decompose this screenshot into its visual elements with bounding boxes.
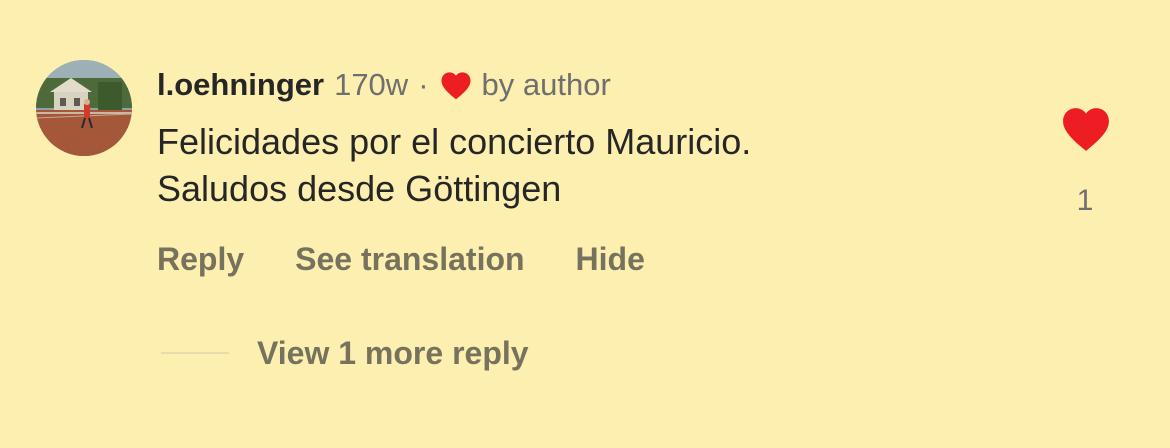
- view-more-replies-button[interactable]: View 1 more reply: [257, 335, 529, 372]
- heart-icon: [440, 71, 472, 100]
- comment-actions: Reply See translation Hide: [157, 236, 696, 282]
- hide-button[interactable]: Hide: [576, 241, 645, 278]
- heart-filled-icon: [1063, 108, 1109, 151]
- view-replies-row[interactable]: View 1 more reply: [161, 330, 529, 376]
- replies-divider: [161, 352, 229, 354]
- timestamp: 170w: [334, 67, 409, 102]
- see-translation-button[interactable]: See translation: [295, 241, 524, 278]
- reply-button[interactable]: Reply: [157, 241, 244, 278]
- comment-header: l.oehninger 170w · by author: [157, 62, 611, 108]
- comment-text-line-2: Saludos desde Göttingen: [157, 168, 562, 209]
- username[interactable]: l.oehninger: [157, 67, 324, 103]
- comment-text: Felicidades por el concierto Mauricio. S…: [157, 118, 1017, 212]
- avatar[interactable]: [36, 60, 132, 156]
- like-count: 1: [1076, 184, 1094, 217]
- like-button[interactable]: [1061, 106, 1111, 152]
- comment-item: l.oehninger 170w · by author Felicidades…: [0, 0, 1170, 448]
- comment-text-line-1: Felicidades por el concierto Mauricio.: [157, 121, 752, 162]
- avatar-photo: [36, 60, 132, 156]
- liked-by-author-label: by author: [481, 67, 611, 102]
- separator-dot: ·: [418, 67, 429, 102]
